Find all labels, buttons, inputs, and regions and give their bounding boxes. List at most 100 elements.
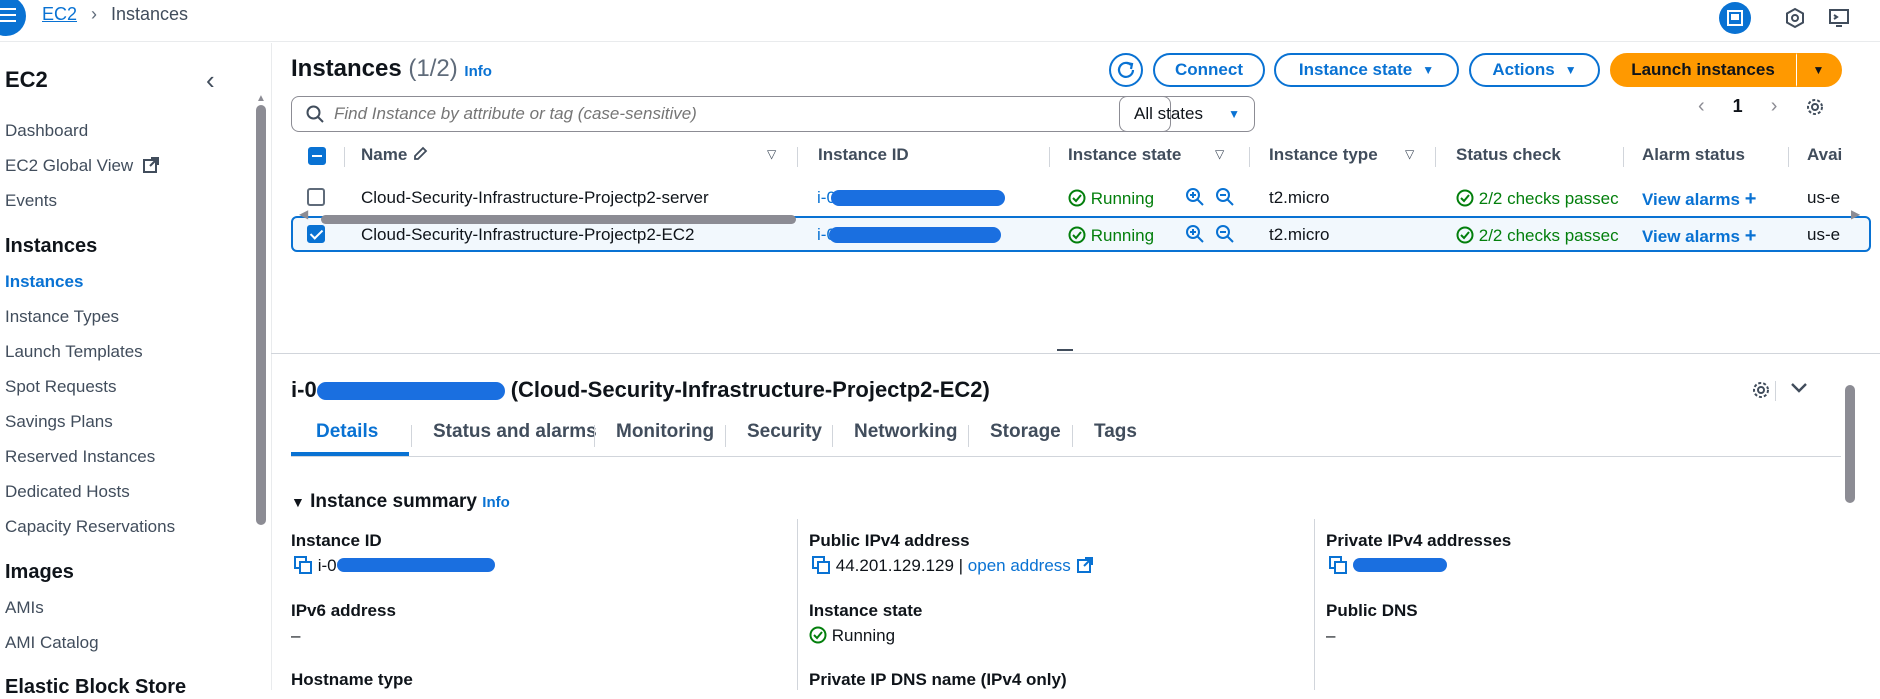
field-label: Public DNS xyxy=(1326,601,1418,620)
table-preferences-icon[interactable] xyxy=(1804,96,1826,123)
instance-state-text: Running xyxy=(1090,226,1155,245)
panel-toggle-icon[interactable] xyxy=(1719,2,1751,34)
prev-page-icon[interactable]: ‹ xyxy=(1698,95,1705,118)
status-check: 2/2 checks passec xyxy=(1456,226,1626,246)
settings-gear-icon[interactable] xyxy=(1750,379,1772,406)
select-all-checkbox[interactable] xyxy=(308,147,326,165)
scroll-right-icon[interactable]: ▶ xyxy=(1851,207,1860,221)
instance-summary-heading[interactable]: ▼ Instance summary Info xyxy=(291,491,510,513)
info-link[interactable]: Info xyxy=(464,63,492,80)
hexagon-settings-icon[interactable] xyxy=(1779,2,1811,34)
row-checkbox[interactable] xyxy=(307,188,325,206)
divider xyxy=(1775,381,1776,401)
edit-pencil-icon xyxy=(414,146,428,160)
zoom-out-icon[interactable] xyxy=(1215,187,1235,212)
sidebar-title: EC2 xyxy=(5,67,48,92)
details-title-prefix: i-0 xyxy=(291,377,317,402)
zoom-in-icon[interactable] xyxy=(1185,187,1205,212)
tab-networking[interactable]: Networking xyxy=(854,421,957,443)
instance-state-status: Running xyxy=(1068,189,1154,209)
view-alarms-label: View alarms xyxy=(1642,190,1740,209)
next-page-icon[interactable]: › xyxy=(1771,95,1778,118)
details-scrollbar[interactable] xyxy=(1845,385,1855,503)
sidebar-item-amis[interactable]: AMIs xyxy=(5,598,44,618)
drag-handle-icon[interactable] xyxy=(1057,349,1073,351)
collapse-chevron-icon[interactable] xyxy=(1789,377,1809,403)
redaction-mark xyxy=(1352,558,1447,572)
view-alarms-link[interactable]: View alarms + xyxy=(1642,225,1756,248)
view-alarms-link[interactable]: View alarms + xyxy=(1642,188,1756,211)
search-input[interactable] xyxy=(334,104,1134,124)
sidebar-scrollbar[interactable] xyxy=(256,105,266,525)
sidebar-item-launch-templates[interactable]: Launch Templates xyxy=(5,342,143,362)
open-address-link[interactable]: open address xyxy=(968,556,1094,575)
open-address-label: open address xyxy=(967,556,1071,575)
zoom-out-icon[interactable] xyxy=(1215,224,1235,249)
check-circle-icon xyxy=(1068,226,1086,244)
sidebar-item-reserved-instances[interactable]: Reserved Instances xyxy=(5,447,155,467)
tab-divider xyxy=(968,425,969,447)
public-ipv4-text: 44.201.129.129 xyxy=(835,556,954,575)
tab-storage[interactable]: Storage xyxy=(990,421,1061,443)
status-check: 2/2 checks passec xyxy=(1456,189,1626,209)
sort-caret-icon[interactable]: ▽ xyxy=(1405,147,1414,161)
actions-dropdown[interactable]: Actions ▼ xyxy=(1469,53,1600,87)
copy-icon[interactable] xyxy=(1328,555,1348,575)
column-header-name[interactable]: Name xyxy=(361,145,428,165)
column-divider xyxy=(1788,147,1789,167)
page-number[interactable]: 1 xyxy=(1733,96,1743,117)
tab-divider xyxy=(1072,425,1073,447)
scroll-up-icon[interactable]: ▲ xyxy=(256,93,266,104)
copy-icon[interactable] xyxy=(811,555,831,575)
column-header-status-check[interactable]: Status check xyxy=(1456,145,1561,165)
state-filter-value: All states xyxy=(1134,104,1203,123)
collapse-sidebar-icon[interactable]: ‹ xyxy=(206,65,215,96)
column-header-instance-state[interactable]: Instance state xyxy=(1068,145,1181,165)
connect-button[interactable]: Connect xyxy=(1153,53,1265,87)
sidebar-item-instance-types[interactable]: Instance Types xyxy=(5,307,119,327)
tab-status-and-alarms[interactable]: Status and alarms xyxy=(433,421,597,443)
sidebar-item-savings-plans[interactable]: Savings Plans xyxy=(5,412,113,432)
scroll-left-icon[interactable]: ◀ xyxy=(299,207,308,221)
sidebar-item-capacity-reservations[interactable]: Capacity Reservations xyxy=(5,517,175,537)
zoom-in-icon[interactable] xyxy=(1185,224,1205,249)
search-field[interactable] xyxy=(291,96,1171,132)
info-link[interactable]: Info xyxy=(482,494,510,511)
row-checkbox[interactable] xyxy=(307,225,325,243)
sidebar-section-ebs: Elastic Block Store xyxy=(5,676,187,698)
copy-icon[interactable] xyxy=(293,555,313,575)
sidebar-item-dedicated-hosts[interactable]: Dedicated Hosts xyxy=(5,482,130,502)
scrollbar-thumb[interactable] xyxy=(321,215,796,224)
menu-icon[interactable] xyxy=(0,0,26,36)
instance-type: t2.micro xyxy=(1269,188,1330,207)
column-header-availability-zone[interactable]: Avai xyxy=(1807,145,1842,165)
tab-security[interactable]: Security xyxy=(747,421,822,443)
instance-state-dropdown[interactable]: Instance state ▼ xyxy=(1274,53,1459,87)
sort-caret-icon[interactable]: ▽ xyxy=(1215,147,1224,161)
refresh-button[interactable] xyxy=(1109,53,1143,87)
tab-tags[interactable]: Tags xyxy=(1094,421,1137,443)
sidebar-item-global-view[interactable]: EC2 Global View xyxy=(5,156,160,176)
cloudshell-icon[interactable] xyxy=(1823,2,1855,34)
chevron-right-icon: › xyxy=(91,4,98,24)
sidebar-item-dashboard[interactable]: Dashboard xyxy=(5,121,88,141)
tab-details[interactable]: Details xyxy=(316,421,378,443)
launch-instances-button[interactable]: Launch instances xyxy=(1610,53,1796,87)
sort-caret-icon[interactable]: ▽ xyxy=(767,147,776,161)
pagination: ‹ 1 › xyxy=(1698,95,1777,118)
instance-name: Cloud-Security-Infrastructure-Projectp2-… xyxy=(361,188,709,207)
sidebar-item-ami-catalog[interactable]: AMI Catalog xyxy=(5,633,99,653)
column-header-instance-type[interactable]: Instance type xyxy=(1269,145,1378,165)
search-icon xyxy=(306,105,324,123)
sidebar-item-instances[interactable]: Instances xyxy=(5,272,83,292)
launch-options-dropdown[interactable]: ▼ xyxy=(1796,53,1842,87)
main-content: Instances (1/2) Info Connect Instance st… xyxy=(271,43,1880,690)
column-header-instance-id[interactable]: Instance ID xyxy=(818,145,909,165)
breadcrumb-ec2-link[interactable]: EC2 xyxy=(42,4,77,25)
sidebar-item-events[interactable]: Events xyxy=(5,191,57,211)
column-header-alarm-status[interactable]: Alarm status xyxy=(1642,145,1745,165)
details-tabs: Details Status and alarms Monitoring Sec… xyxy=(291,421,1841,457)
tab-monitoring[interactable]: Monitoring xyxy=(616,421,714,443)
state-filter-select[interactable]: All states ▼ xyxy=(1119,96,1255,132)
sidebar-item-spot-requests[interactable]: Spot Requests xyxy=(5,377,117,397)
